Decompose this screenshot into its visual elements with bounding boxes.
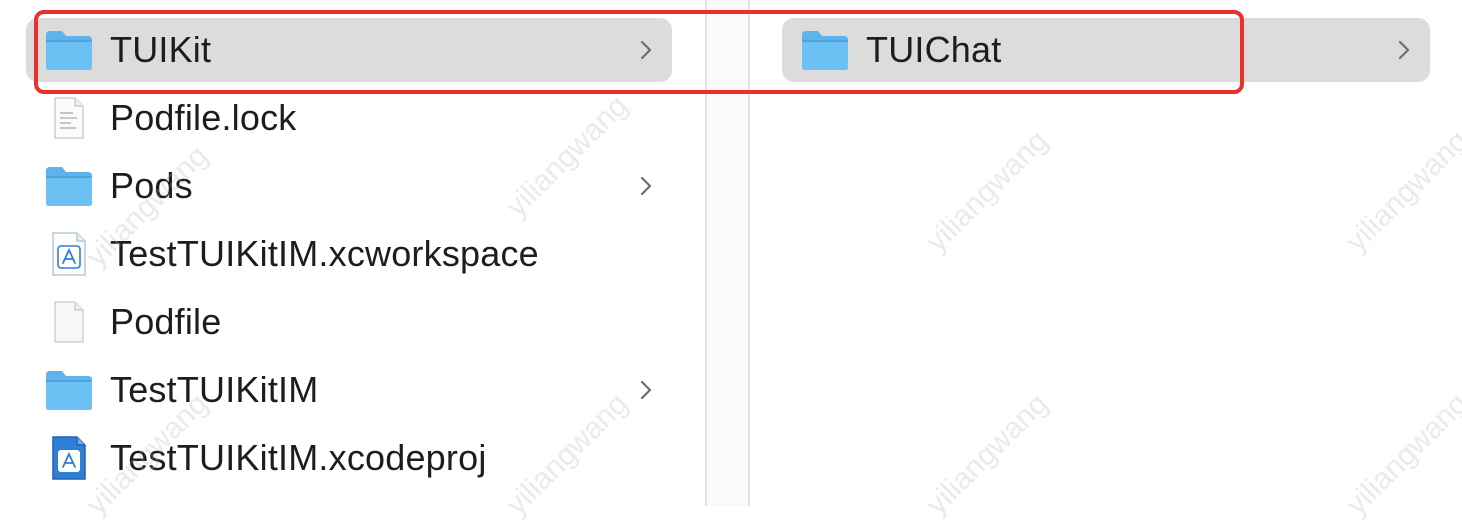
folder-icon — [44, 365, 94, 415]
item-label: TestTUIKitIM.xcworkspace — [110, 233, 539, 274]
item-label: TUIKit — [110, 29, 212, 70]
xcodeproj-icon — [44, 433, 94, 483]
xcworkspace-icon — [44, 229, 94, 279]
chevron-right-icon — [638, 372, 654, 413]
text-file-icon — [44, 93, 94, 143]
item-label: TestTUIKitIM.xcodeproj — [110, 437, 487, 478]
column-gap — [707, 0, 748, 506]
finder-column-2: TUIChat — [750, 0, 1462, 506]
blank-file-icon — [44, 297, 94, 347]
list-item-pods[interactable]: Pods — [26, 154, 672, 218]
item-label: Podfile — [110, 301, 222, 342]
folder-icon — [44, 161, 94, 211]
list-item-tuichat[interactable]: TUIChat — [782, 18, 1430, 82]
finder-column-1: TUIKit Podfile.lock Pods TestTUIKitIM.xc… — [0, 0, 705, 506]
item-label: Podfile.lock — [110, 97, 297, 138]
folder-icon — [44, 25, 94, 75]
chevron-right-icon — [638, 32, 654, 73]
list-item-podfile-lock[interactable]: Podfile.lock — [26, 86, 672, 150]
item-label: TestTUIKitIM — [110, 369, 319, 410]
folder-icon — [800, 25, 850, 75]
chevron-right-icon — [1396, 32, 1412, 73]
list-item-xcworkspace[interactable]: TestTUIKitIM.xcworkspace — [26, 222, 672, 286]
item-label: TUIChat — [866, 29, 1002, 70]
list-item-podfile[interactable]: Podfile — [26, 290, 672, 354]
chevron-right-icon — [638, 168, 654, 209]
list-item-tuikit[interactable]: TUIKit — [26, 18, 672, 82]
list-item-xcodeproj[interactable]: TestTUIKitIM.xcodeproj — [26, 426, 672, 490]
item-label: Pods — [110, 165, 193, 206]
list-item-testtuikitim[interactable]: TestTUIKitIM — [26, 358, 672, 422]
